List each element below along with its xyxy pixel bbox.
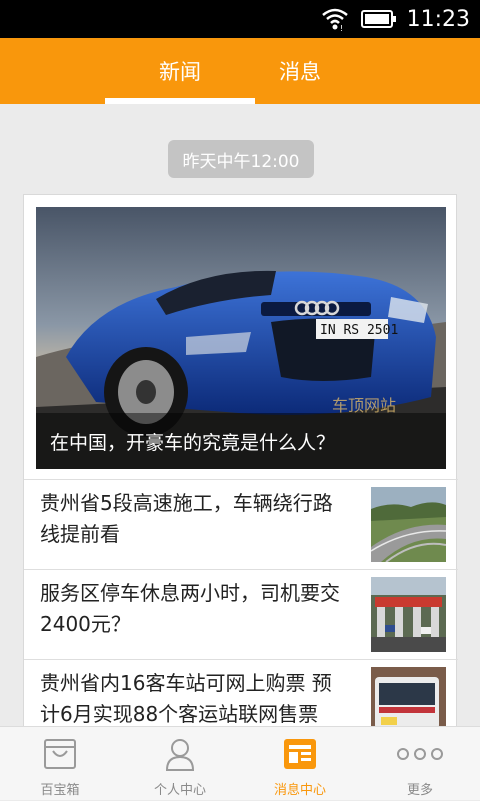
battery-icon bbox=[360, 9, 397, 29]
feed-timestamp: 昨天中午12:00 bbox=[168, 140, 314, 178]
tab-messages[interactable]: 消息 bbox=[225, 38, 375, 104]
hero-news-item[interactable]: IN RS 2501 车顶网站 在中国，开豪车的究竟是什么人？ bbox=[36, 207, 446, 469]
list-item[interactable]: 服务区停车休息两小时，司机要交2400元？ bbox=[24, 569, 458, 659]
list-item[interactable]: 贵州省内16客车站可网上购票 预计6月实现88个客运站联网售票 bbox=[24, 659, 458, 726]
svg-text:!: ! bbox=[340, 24, 343, 31]
hero-caption: 在中国，开豪车的究竟是什么人？ bbox=[36, 413, 446, 469]
nav-label: 消息中心 bbox=[273, 783, 326, 798]
list-item[interactable]: 贵州省5段高速施工，车辆绕行路线提前看 bbox=[24, 479, 458, 569]
top-tab-bar: 新闻 消息 bbox=[0, 38, 480, 104]
bottom-nav: 百宝箱 个人中心 消息中心 更多 bbox=[0, 726, 480, 800]
news-icon bbox=[283, 735, 317, 773]
more-dots-icon bbox=[396, 735, 444, 773]
news-title: 贵州省5段高速施工，车辆绕行路线提前看 bbox=[40, 491, 333, 546]
bag-icon bbox=[42, 735, 78, 773]
nav-label: 更多 bbox=[406, 783, 433, 798]
nav-label: 个人中心 bbox=[153, 783, 206, 798]
toll-station-image bbox=[371, 577, 446, 652]
nav-toolbox[interactable]: 百宝箱 bbox=[0, 727, 120, 801]
nav-profile[interactable]: 个人中心 bbox=[120, 727, 240, 801]
nav-more[interactable]: 更多 bbox=[360, 727, 480, 801]
news-title: 服务区停车休息两小时，司机要交2400元？ bbox=[40, 581, 340, 636]
news-title: 贵州省内16客车站可网上购票 预计6月实现88个客运站联网售票 bbox=[40, 671, 332, 726]
person-icon bbox=[162, 735, 198, 773]
news-feed[interactable]: 昨天中午12:00 IN RS 2501 车顶网站 在中国，开豪车的究竟是什么人… bbox=[0, 104, 480, 726]
news-card: IN RS 2501 车顶网站 在中国，开豪车的究竟是什么人？ 贵州省5段高速施… bbox=[23, 194, 458, 726]
clock: 11:23 bbox=[406, 6, 470, 32]
wifi-icon: ! bbox=[321, 7, 349, 31]
nav-label: 百宝箱 bbox=[40, 783, 80, 798]
highway-image bbox=[371, 487, 446, 562]
status-bar: ! 11:23 bbox=[0, 0, 480, 38]
bus-image bbox=[371, 667, 446, 726]
nav-message-center[interactable]: 消息中心 bbox=[240, 727, 360, 801]
license-plate: IN RS 2501 bbox=[320, 323, 398, 338]
